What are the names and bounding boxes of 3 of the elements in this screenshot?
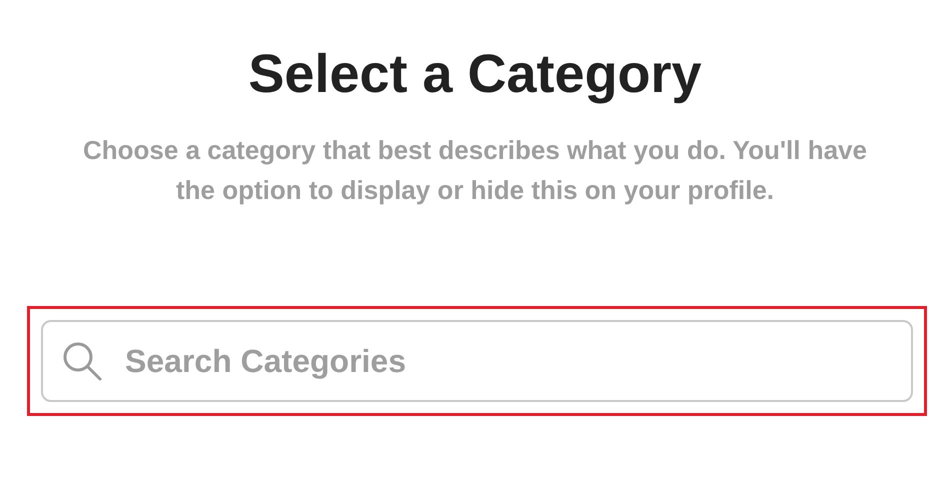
description-text: Choose a category that best describes what you do. You'll have the option to display or hide this on your profile. (82, 134, 868, 207)
search-field[interactable]: Search Categories (41, 320, 913, 402)
page-title: Select a Category (248, 43, 702, 106)
